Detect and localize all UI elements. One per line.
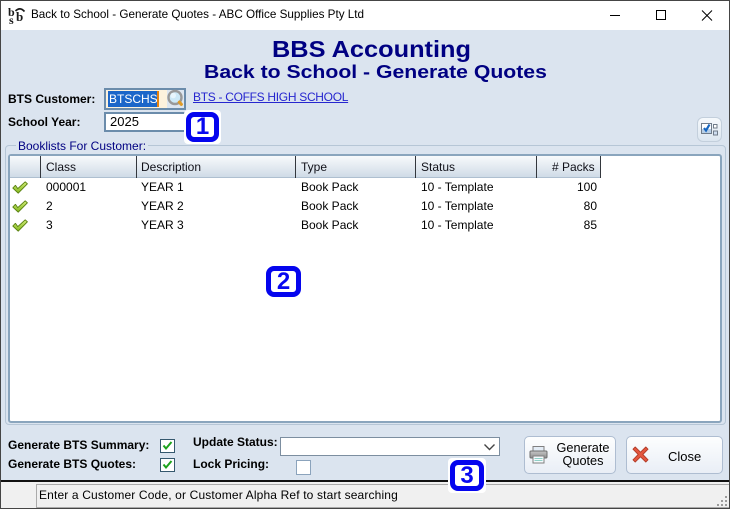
svg-text:b: b [16,9,23,24]
svg-text:s: s [9,13,14,26]
